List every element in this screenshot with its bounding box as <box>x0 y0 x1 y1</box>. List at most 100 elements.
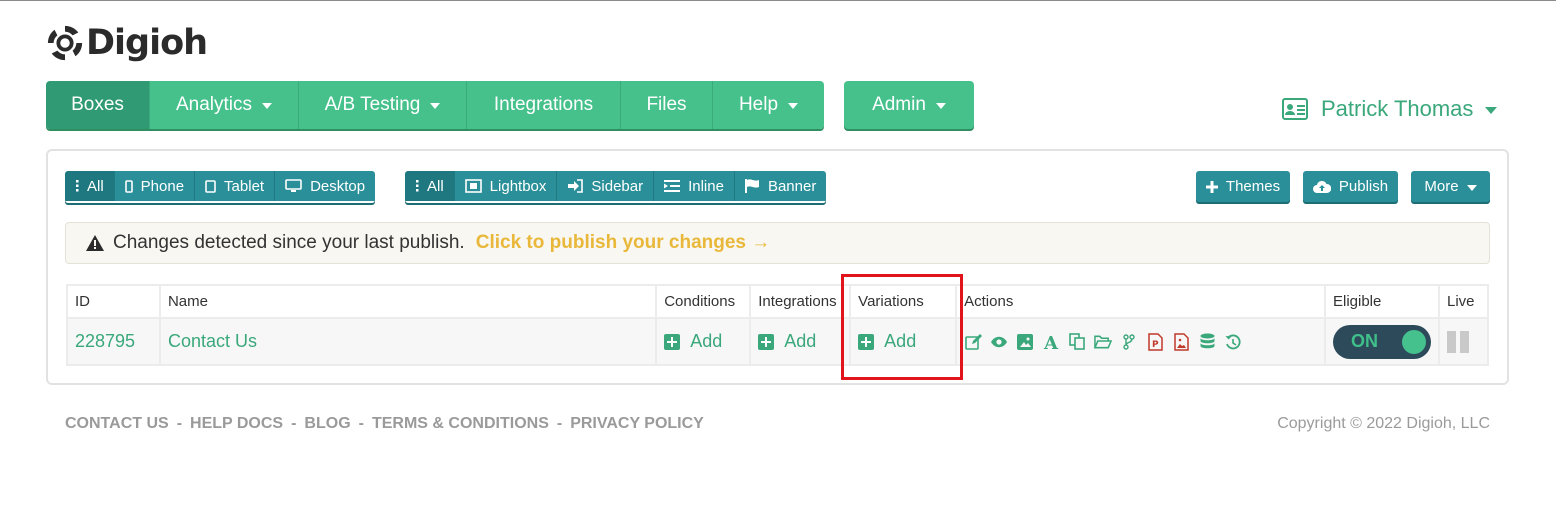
edit-icon[interactable] <box>964 333 982 351</box>
device-filter-phone[interactable]: Phone <box>114 171 196 201</box>
id-card-icon <box>1282 98 1308 120</box>
row-actions: A P <box>964 332 1317 351</box>
type-filter-banner[interactable]: Banner <box>734 171 827 201</box>
nav-label: Integrations <box>493 94 594 115</box>
nav-help[interactable]: Help <box>713 81 824 129</box>
add-variation-button[interactable]: Add <box>858 331 948 352</box>
button-label: More <box>1424 178 1459 195</box>
column-header-name[interactable]: Name <box>158 284 658 319</box>
themes-button[interactable]: Themes <box>1196 171 1290 202</box>
plus-square-icon <box>858 333 875 350</box>
eligible-toggle[interactable]: ON <box>1332 324 1431 359</box>
column-header-integrations[interactable]: Integrations <box>749 284 852 319</box>
alert-message: Changes detected since your last publish… <box>113 232 465 253</box>
footer-link-contact-us[interactable]: CONTACT US <box>65 415 169 433</box>
more-vertical-icon <box>416 180 419 192</box>
publish-button[interactable]: Publish <box>1303 171 1398 202</box>
type-filter-inline[interactable]: Inline <box>654 171 735 201</box>
caret-down-icon <box>935 103 946 109</box>
nav-admin[interactable]: Admin <box>844 81 974 129</box>
caret-down-icon <box>262 103 273 109</box>
footer-link-privacy[interactable]: PRIVACY POLICY <box>570 415 704 433</box>
user-name: Patrick Thomas <box>1321 96 1474 121</box>
filter-label: Banner <box>767 177 817 195</box>
caret-down-icon <box>788 103 799 109</box>
plus-square-icon <box>664 333 681 350</box>
publish-alert: Changes detected since your last publish… <box>65 222 1490 264</box>
caret-down-icon <box>430 103 441 109</box>
more-button[interactable]: More <box>1411 171 1490 202</box>
nav-files[interactable]: Files <box>621 81 713 129</box>
code-fork-icon[interactable] <box>1120 333 1138 351</box>
column-header-variations[interactable]: Variations <box>849 284 958 319</box>
nav-label: Boxes <box>71 94 124 115</box>
column-header-conditions[interactable]: Conditions <box>655 284 752 319</box>
nav-analytics[interactable]: Analytics <box>150 81 299 129</box>
nav-integrations[interactable]: Integrations <box>467 81 621 129</box>
add-integration-button[interactable]: Add <box>758 331 842 352</box>
filter-label: Sidebar <box>591 177 644 195</box>
nav-label: Help <box>738 94 779 115</box>
pause-icon[interactable] <box>1446 330 1480 353</box>
flag-icon <box>744 179 759 193</box>
filter-label: Tablet <box>224 177 265 195</box>
footer-link-help-docs[interactable]: HELP DOCS <box>190 415 283 433</box>
filter-label: Inline <box>688 177 724 195</box>
nav-label: Files <box>646 94 687 115</box>
box-id-link[interactable]: 228795 <box>75 331 135 351</box>
history-icon[interactable] <box>1224 333 1242 351</box>
user-menu[interactable]: Patrick Thomas <box>1282 95 1498 123</box>
nav-label: A/B Testing <box>324 94 421 115</box>
device-filter-all[interactable]: All <box>65 171 115 201</box>
device-filter-desktop[interactable]: Desktop <box>275 171 376 201</box>
digioh-logo-icon <box>47 25 83 61</box>
more-vertical-icon <box>76 180 79 192</box>
table-row: 228795 Contact Us Add Add Add A P ON <box>66 317 1490 366</box>
footer-separator: - <box>358 415 364 432</box>
filter-label: Desktop <box>310 177 366 195</box>
button-label: Themes <box>1225 178 1281 195</box>
inline-icon <box>664 180 681 192</box>
warning-icon <box>86 235 104 251</box>
footer-link-terms[interactable]: TERMS & CONDITIONS <box>372 415 549 433</box>
image-icon[interactable] <box>1016 333 1034 351</box>
device-filter-tablet[interactable]: Tablet <box>195 171 276 201</box>
font-icon[interactable]: A <box>1042 333 1060 351</box>
type-filter-lightbox[interactable]: Lightbox <box>454 171 558 201</box>
column-header-live[interactable]: Live <box>1437 284 1490 319</box>
add-label: Add <box>784 331 817 351</box>
main-nav: Boxes Analytics A/B Testing Integrations… <box>46 81 824 129</box>
eye-icon[interactable] <box>990 333 1008 351</box>
boxes-table: ID Name Conditions Integrations Variatio… <box>66 284 1490 366</box>
svg-text:A: A <box>1043 334 1059 350</box>
type-filter-all[interactable]: All <box>405 171 455 201</box>
footer-separator: - <box>291 415 297 432</box>
footer-separator: - <box>176 415 183 432</box>
box-name-link[interactable]: Contact Us <box>168 331 257 351</box>
brand-name: Digioh <box>86 23 208 63</box>
type-filter-sidebar[interactable]: Sidebar <box>557 171 655 201</box>
database-icon[interactable] <box>1198 333 1216 351</box>
pdf-file-icon[interactable]: P <box>1146 332 1164 351</box>
footer-link-blog[interactable]: BLOG <box>304 415 350 433</box>
footer-separator: - <box>556 415 563 432</box>
image-file-icon[interactable] <box>1172 332 1190 351</box>
nav-boxes[interactable]: Boxes <box>46 81 150 129</box>
plus-icon <box>1205 180 1218 193</box>
lightbox-icon <box>464 179 482 193</box>
button-label: Publish <box>1338 178 1389 195</box>
desktop-icon <box>285 179 302 192</box>
add-label: Add <box>690 331 723 351</box>
sign-in-icon <box>568 179 584 193</box>
filter-label: All <box>87 177 104 195</box>
column-header-id[interactable]: ID <box>66 284 161 319</box>
copy-icon[interactable] <box>1068 333 1086 351</box>
publish-changes-link[interactable]: Click to publish your changes → <box>476 232 771 254</box>
add-condition-button[interactable]: Add <box>664 331 742 352</box>
column-header-eligible[interactable]: Eligible <box>1323 284 1440 319</box>
add-label: Add <box>884 331 917 351</box>
folder-open-icon[interactable] <box>1094 333 1113 351</box>
nav-ab-testing[interactable]: A/B Testing <box>299 81 467 129</box>
table-header-row: ID Name Conditions Integrations Variatio… <box>66 284 1490 319</box>
logo[interactable]: Digioh <box>46 21 208 65</box>
